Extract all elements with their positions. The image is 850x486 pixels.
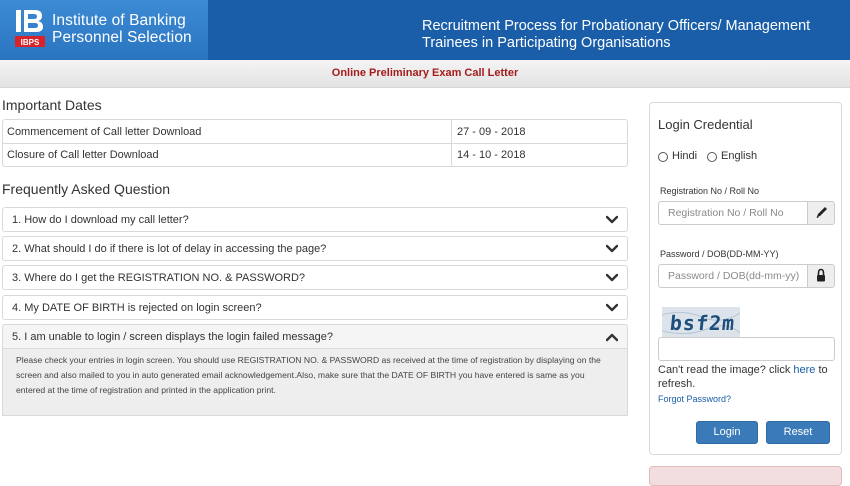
chevron-up-icon — [606, 333, 618, 342]
faq-question: 3. Where do I get the REGISTRATION NO. &… — [12, 272, 306, 284]
faq-item-3[interactable]: 3. Where do I get the REGISTRATION NO. &… — [2, 265, 628, 290]
faq-item-1[interactable]: 1. How do I download my call letter? — [2, 207, 628, 232]
registration-input[interactable] — [658, 201, 808, 225]
radio-english[interactable] — [707, 152, 717, 162]
captcha-image: bsf2m — [662, 307, 740, 339]
faq-answer: Please check your entries in login scree… — [2, 349, 628, 416]
faq-item-4[interactable]: 4. My DATE OF BIRTH is rejected on login… — [2, 295, 628, 320]
faq-heading: Frequently Asked Question — [2, 181, 171, 197]
captcha-help: Can't read the image? click here to refr… — [658, 363, 838, 391]
faq-question: 5. I am unable to login / screen display… — [12, 331, 334, 343]
table-row: Closure of Call letter Download 14 - 10 … — [3, 143, 627, 166]
faq-question: 4. My DATE OF BIRTH is rejected on login… — [12, 302, 262, 314]
login-button[interactable]: Login — [696, 421, 758, 444]
page-title: Recruitment Process for Probationary Off… — [422, 18, 811, 51]
site-header: IBPS Institute of Banking Personnel Sele… — [0, 0, 850, 60]
faq-item-5[interactable]: 5. I am unable to login / screen display… — [2, 324, 628, 349]
section-bar-title: Online Preliminary Exam Call Letter — [331, 67, 519, 79]
section-bar: Online Preliminary Exam Call Letter — [0, 60, 850, 88]
org-name-line1: Institute of Banking — [52, 12, 186, 29]
logo-text: IBPS — [21, 38, 40, 47]
important-dates-table: Commencement of Call letter Download 27 … — [2, 119, 628, 167]
password-input[interactable] — [658, 264, 808, 288]
lock-icon — [817, 268, 825, 282]
reset-button[interactable]: Reset — [766, 421, 830, 444]
date-label: Closure of Call letter Download — [7, 149, 159, 161]
date-value: 27 - 09 - 2018 — [457, 126, 526, 138]
radio-hindi[interactable] — [658, 152, 668, 162]
radio-english-label[interactable]: English — [721, 150, 757, 162]
chevron-down-icon — [606, 215, 618, 224]
date-value: 14 - 10 - 2018 — [457, 149, 526, 161]
faq-question: 1. How do I download my call letter? — [12, 214, 189, 226]
alert-box — [649, 466, 842, 486]
password-label: Password / DOB(DD-MM-YY) — [660, 249, 779, 259]
login-panel: Login Credential Hindi English Registrat… — [649, 102, 842, 455]
date-label: Commencement of Call letter Download — [7, 126, 202, 138]
ibps-logo-icon: IBPS — [15, 10, 45, 47]
registration-label: Registration No / Roll No — [660, 186, 760, 196]
radio-hindi-label[interactable]: Hindi — [672, 150, 697, 162]
faq-item-2[interactable]: 2. What should I do if there is lot of d… — [2, 236, 628, 261]
registration-addon — [807, 201, 835, 225]
captcha-help-prefix: Can't read the image? click — [658, 364, 791, 376]
login-title: Login Credential — [658, 117, 753, 132]
captcha-input[interactable] — [658, 337, 835, 361]
chevron-down-icon — [606, 303, 618, 312]
password-addon — [807, 264, 835, 288]
chevron-down-icon — [606, 273, 618, 282]
captcha-text: bsf2m — [668, 311, 737, 335]
pencil-icon — [816, 207, 827, 218]
table-row: Commencement of Call letter Download 27 … — [3, 120, 627, 143]
captcha-refresh-link[interactable]: here — [793, 364, 815, 376]
logo-block[interactable]: IBPS Institute of Banking Personnel Sele… — [0, 0, 208, 60]
forgot-password-link[interactable]: Forgot Password? — [658, 394, 731, 404]
chevron-down-icon — [606, 244, 618, 253]
important-dates-heading: Important Dates — [2, 97, 102, 113]
org-name-line2: Personnel Selection — [52, 29, 192, 46]
faq-question: 2. What should I do if there is lot of d… — [12, 243, 327, 255]
